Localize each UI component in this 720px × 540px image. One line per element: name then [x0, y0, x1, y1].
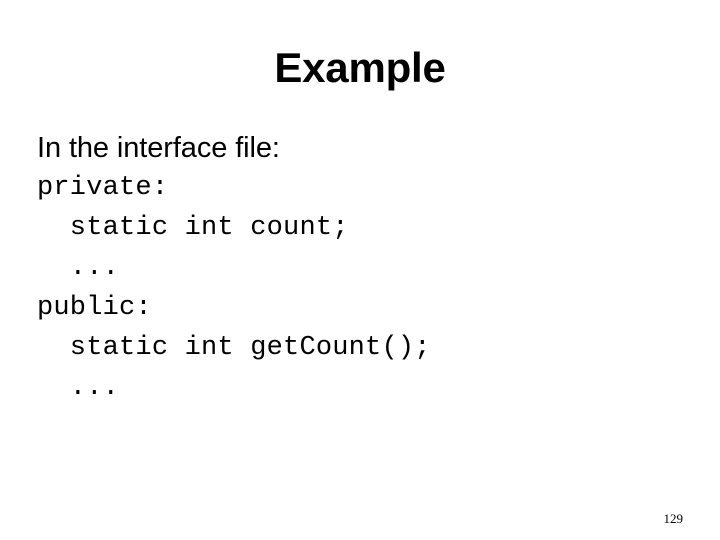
page-number: 129	[663, 511, 684, 526]
code-line-ellipsis-public: ...	[37, 373, 120, 403]
code-line-static-int-getcount: static int getCount();	[37, 333, 431, 363]
slide-body: In the interface file: private: static i…	[37, 128, 697, 408]
code-line-public: public:	[37, 293, 152, 323]
body-line-intro: In the interface file:	[37, 132, 280, 164]
code-line-static-int-count: static int count;	[37, 213, 349, 243]
slide: Example In the interface file: private: …	[0, 0, 720, 540]
page-title: Example	[274, 44, 446, 91]
code-line-private: private:	[37, 173, 169, 203]
code-line-ellipsis-private: ...	[37, 253, 120, 283]
